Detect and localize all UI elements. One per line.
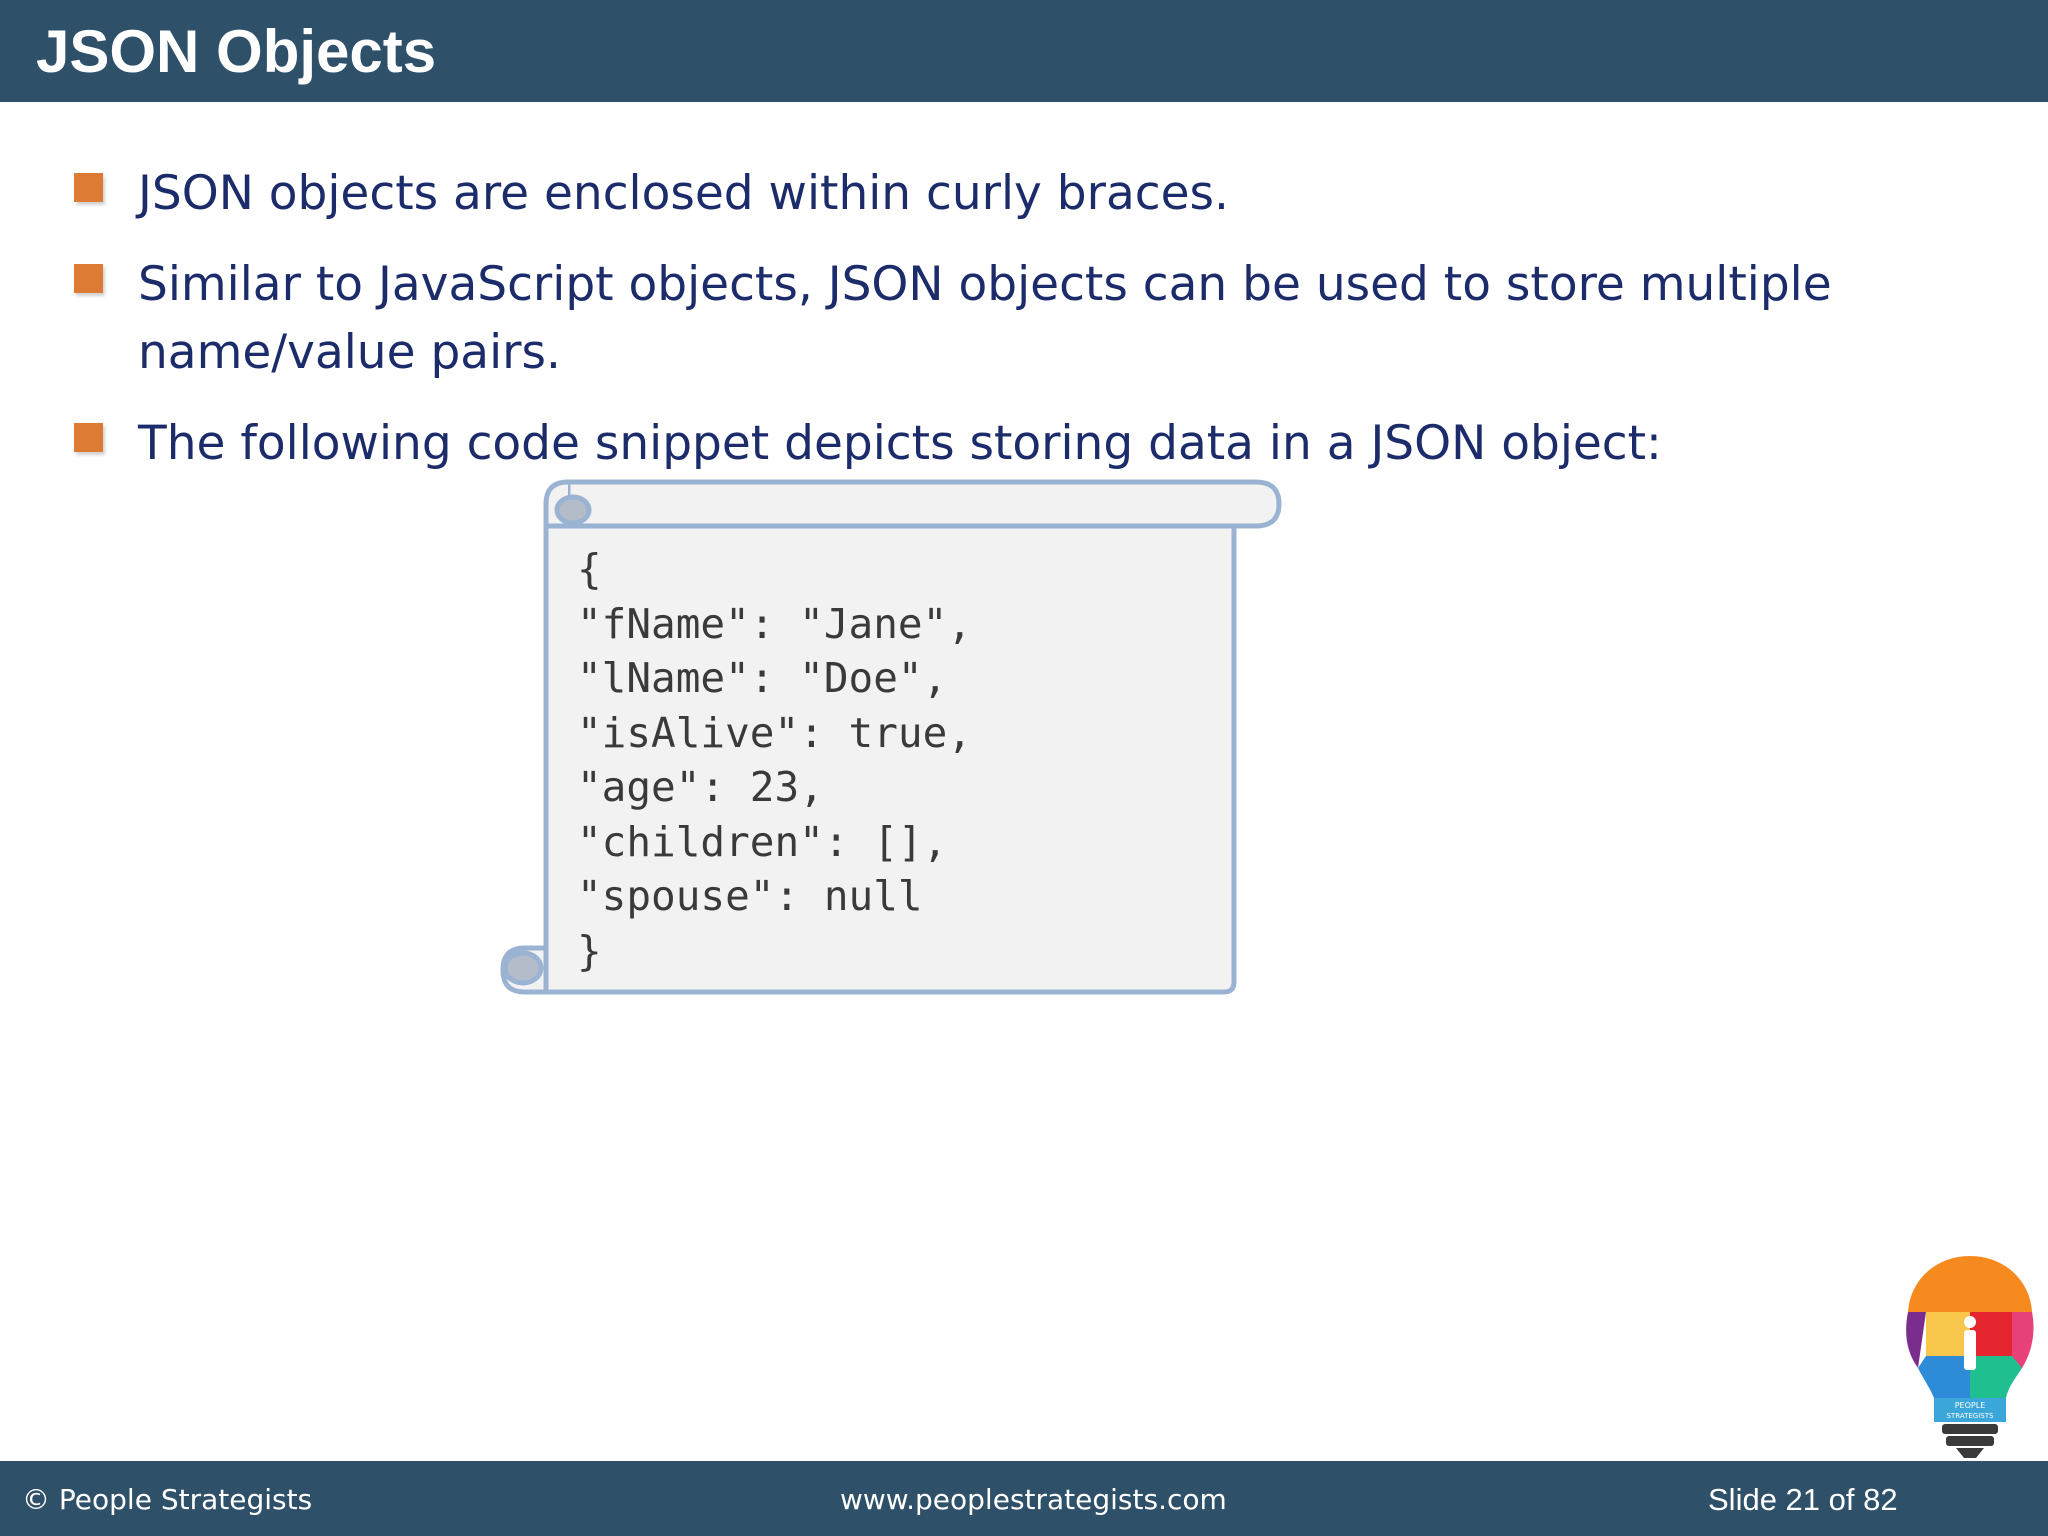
code-line: } (577, 926, 602, 975)
code-line: { (577, 545, 602, 593)
logo-text-line1: PEOPLE (1955, 1401, 1986, 1410)
json-code-snippet: { "fName": "Jane", "lName": "Doe", "isAlive… (577, 542, 972, 978)
scroll-top-curl-end (554, 494, 592, 526)
footer-copyright: © People Strategists (22, 1483, 313, 1516)
code-scroll (500, 479, 1282, 995)
code-line: "fName": "Jane", (577, 599, 972, 648)
slide-counter: Slide 21 of 82 (1708, 1482, 1898, 1517)
code-line: "isAlive": true, (577, 708, 972, 757)
logo-text-line2: STRATEGISTS (1947, 1412, 1994, 1420)
slide: JSON Objects JSON objects are enclosed w… (0, 0, 2048, 1536)
scroll-top-roll (565, 479, 1282, 529)
code-line: "lName": "Doe", (577, 654, 948, 702)
lightbulb-puzzle-logo-icon: PEOPLE STRATEGISTS (1906, 1256, 2034, 1458)
footer-website-link[interactable]: www.peoplestrategists.com (840, 1484, 1227, 1516)
code-line: "children": [], (577, 817, 948, 866)
scroll-bottom-curl-end (502, 950, 544, 986)
code-line: "age": 23, (577, 763, 824, 811)
code-line: "spouse": null (577, 872, 923, 920)
